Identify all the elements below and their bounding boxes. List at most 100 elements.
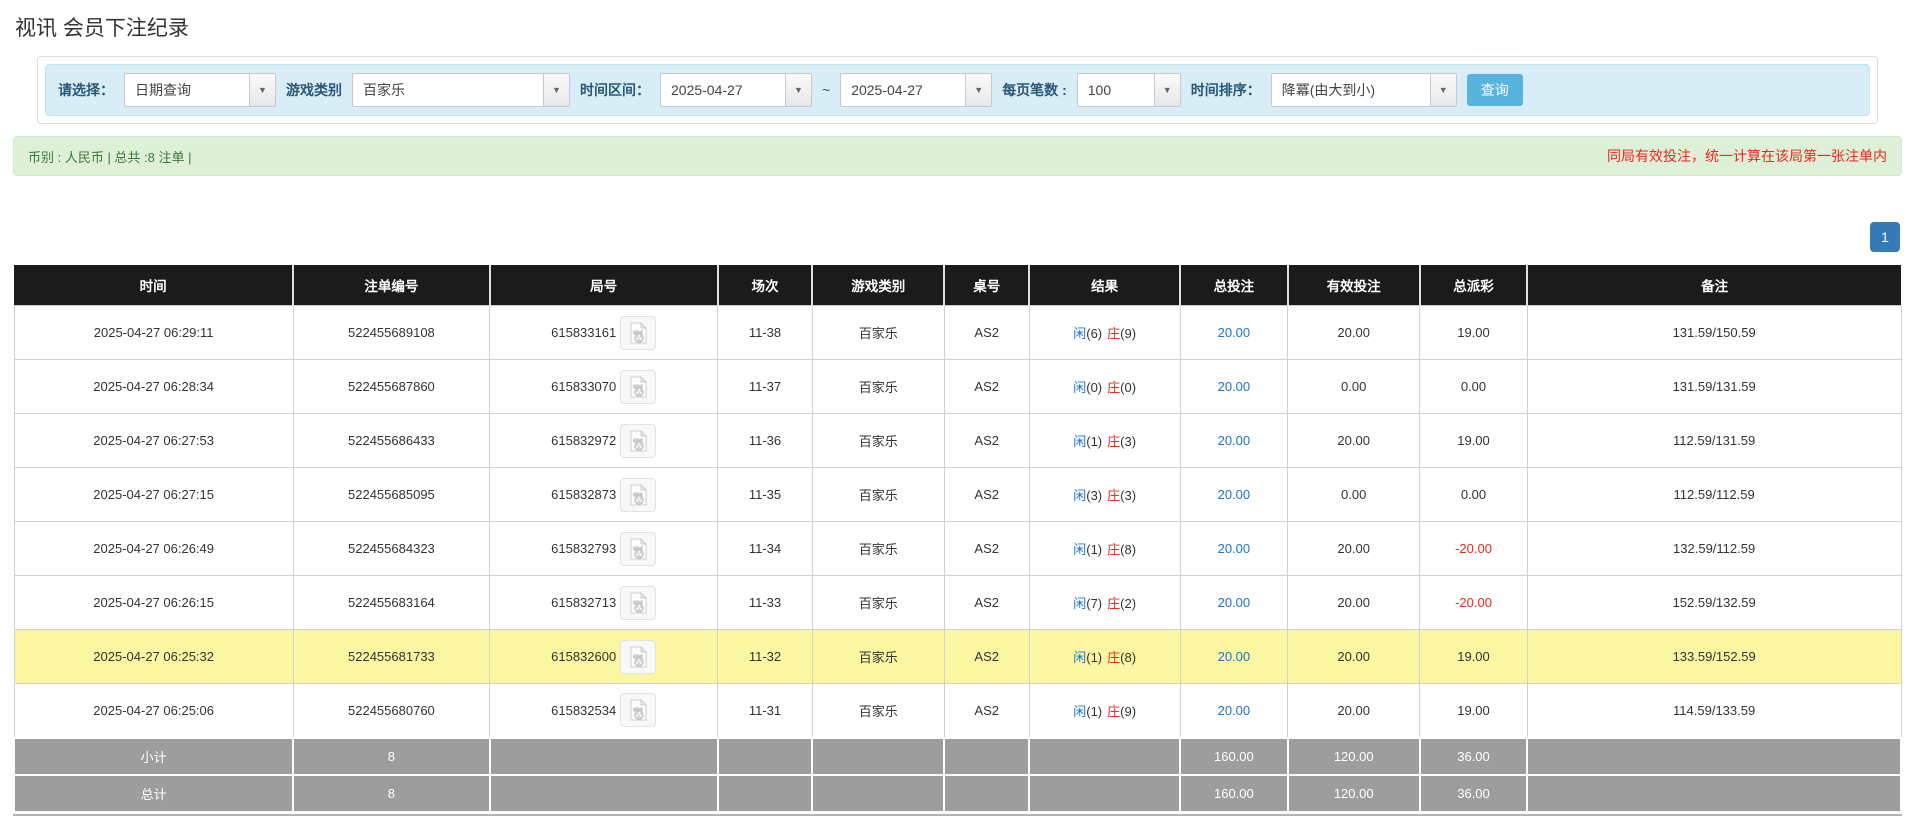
cell-result: 闲(3) 庄(3) — [1028, 467, 1181, 522]
video-replay-button[interactable] — [620, 315, 657, 350]
cell-result: 闲(7) 庄(2) — [1028, 575, 1181, 630]
cell-bet-id: 522455685095 — [292, 467, 491, 522]
cell-table-no: AS2 — [943, 683, 1030, 738]
cell-valid-bet: 0.00 — [1287, 467, 1421, 522]
banker-score: (8) — [1120, 650, 1137, 665]
banker-result: 庄 — [1107, 488, 1121, 503]
col-header-table-no: 桌号 — [944, 265, 1031, 306]
col-header-result: 结果 — [1029, 265, 1182, 306]
subtotal-payout: 36.00 — [1418, 736, 1529, 776]
query-type-select[interactable]: 日期查询 ▼ — [124, 73, 276, 107]
video-file-icon — [630, 699, 648, 721]
page-title: 视讯 会员下注纪录 — [15, 17, 189, 40]
total-bet-link[interactable]: 20.00 — [1218, 703, 1251, 718]
cell-valid-bet: 20.00 — [1287, 629, 1421, 684]
video-replay-button[interactable] — [620, 477, 657, 512]
page-size-value: 100 — [1087, 82, 1112, 98]
table-row: 2025-04-27 06:27:53 522455686433 6158329… — [13, 413, 1902, 468]
col-header-remark: 备注 — [1527, 265, 1901, 306]
table-row: 2025-04-27 06:25:06 522455680760 6158325… — [13, 683, 1902, 738]
cell-payout: -20.00 — [1419, 575, 1528, 630]
cell-valid-bet: 20.00 — [1287, 683, 1421, 738]
player-score: (3) — [1086, 488, 1103, 503]
chevron-down-icon[interactable]: ▼ — [249, 74, 275, 106]
cell-game-type: 百家乐 — [811, 467, 945, 522]
video-replay-button[interactable] — [620, 369, 657, 404]
valid-bet-notice: 同局有效投注，统一计算在该局第一张注单内 — [1607, 148, 1887, 164]
cell-payout: 19.00 — [1419, 413, 1528, 468]
banker-score: (8) — [1120, 542, 1137, 557]
banker-score: (3) — [1120, 434, 1137, 449]
cell-remark: 131.59/150.59 — [1526, 305, 1902, 360]
col-header-valid-bet: 有效投注 — [1287, 265, 1421, 306]
round-id-text: 615832873 — [551, 487, 617, 502]
video-replay-button[interactable] — [620, 693, 657, 728]
banker-result: 庄 — [1107, 434, 1121, 449]
total-bet-link[interactable]: 20.00 — [1218, 325, 1251, 340]
subtotal-total-bet: 160.00 — [1179, 736, 1289, 776]
cell-round-id: 615833070 — [489, 359, 719, 414]
cell-bet-id: 522455684323 — [292, 521, 491, 576]
round-id-text: 615832534 — [551, 702, 617, 718]
video-file-icon — [630, 483, 648, 505]
sort-order-value: 降冪(由大到小) — [1281, 82, 1376, 98]
game-type-select[interactable]: 百家乐 ▼ — [352, 73, 570, 107]
table-row: 2025-04-27 06:26:15 522455683164 6158327… — [13, 575, 1902, 630]
total-bet-link[interactable]: 20.00 — [1218, 433, 1251, 448]
player-result: 闲 — [1073, 650, 1087, 665]
search-button[interactable]: 查询 — [1466, 74, 1523, 106]
cell-session: 11-35 — [717, 467, 813, 522]
chevron-down-icon[interactable]: ▼ — [543, 74, 569, 106]
cell-game-type: 百家乐 — [811, 359, 945, 414]
subtotal-row: 小计 8 160.00 120.00 36.00 — [12, 736, 1902, 776]
cell-session: 11-37 — [717, 359, 813, 414]
cell-payout: 19.00 — [1419, 629, 1528, 684]
total-bet-link[interactable]: 20.00 — [1218, 649, 1251, 664]
page-size-select[interactable]: 100 ▼ — [1076, 73, 1181, 107]
cell-valid-bet: 20.00 — [1287, 521, 1421, 576]
cell-game-type: 百家乐 — [811, 521, 945, 576]
total-bet-link[interactable]: 20.00 — [1218, 595, 1251, 610]
cell-remark: 152.59/132.59 — [1526, 575, 1902, 630]
sort-order-select[interactable]: 降冪(由大到小) ▼ — [1270, 73, 1457, 107]
total-bet-link[interactable]: 20.00 — [1218, 541, 1251, 556]
video-replay-button[interactable] — [620, 423, 657, 458]
cell-time: 2025-04-27 06:26:49 — [13, 521, 294, 576]
cell-remark: 132.59/112.59 — [1526, 521, 1902, 576]
page-1-button[interactable]: 1 — [1870, 222, 1900, 252]
player-score: (1) — [1086, 434, 1103, 449]
banker-result: 庄 — [1107, 596, 1121, 611]
chevron-down-icon[interactable]: ▼ — [965, 74, 992, 106]
date-from-select[interactable]: 2025-04-27 ▼ — [660, 73, 812, 107]
chevron-down-icon[interactable]: ▼ — [1429, 74, 1456, 106]
player-score: (1) — [1086, 542, 1103, 557]
total-bet-link[interactable]: 20.00 — [1218, 379, 1251, 394]
cell-payout: 19.00 — [1419, 683, 1528, 738]
cell-round-id: 615832873 — [489, 467, 719, 522]
cell-bet-id: 522455680760 — [292, 683, 491, 738]
video-replay-button[interactable] — [620, 639, 657, 674]
subtotal-count: 8 — [292, 736, 491, 776]
cell-table-no: AS2 — [943, 467, 1030, 522]
subtotal-label: 小计 — [12, 736, 295, 776]
cell-valid-bet: 20.00 — [1287, 305, 1421, 360]
date-to-select[interactable]: 2025-04-27 ▼ — [840, 73, 993, 107]
col-header-bet-id: 注单编号 — [293, 265, 491, 306]
date-range-separator: ~ — [822, 82, 831, 98]
video-replay-button[interactable] — [620, 531, 657, 566]
summary-bar: 币别 : 人民币 | 总共 :8 注单 | 同局有效投注，统一计算在该局第一张注… — [13, 136, 1902, 176]
chevron-down-icon[interactable]: ▼ — [1153, 74, 1180, 106]
cell-valid-bet: 0.00 — [1287, 359, 1421, 414]
chevron-down-icon[interactable]: ▼ — [785, 74, 811, 106]
subtotal-valid-bet: 120.00 — [1286, 736, 1421, 776]
table-body: 2025-04-27 06:29:11 522455689108 6158331… — [13, 305, 1902, 738]
cell-session: 11-32 — [717, 629, 813, 684]
page-size-label: 每页笔数 : — [1002, 82, 1067, 98]
cell-round-id: 615832534 — [489, 683, 719, 738]
table-header: 时间 注单编号 局号 场次 游戏类别 桌号 结果 总投注 有效投注 总派彩 备注 — [14, 265, 1901, 306]
video-file-icon — [630, 375, 648, 397]
player-result: 闲 — [1073, 703, 1087, 719]
cell-result: 闲(1) 庄(8) — [1028, 521, 1181, 576]
video-replay-button[interactable] — [620, 585, 657, 620]
total-bet-link[interactable]: 20.00 — [1218, 487, 1251, 502]
